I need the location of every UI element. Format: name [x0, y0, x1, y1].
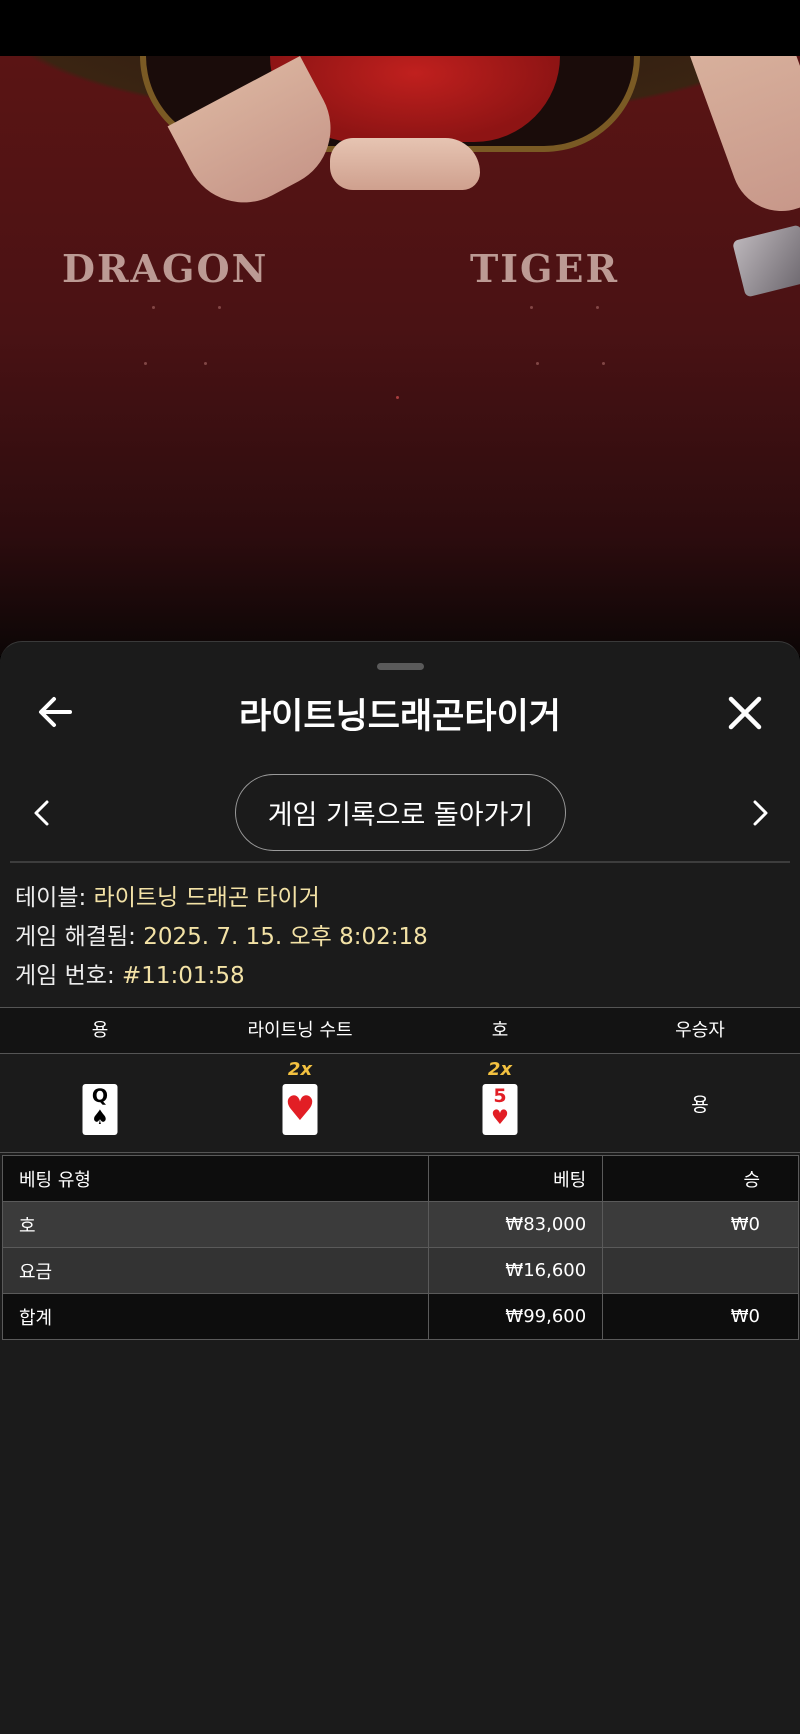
next-round-button[interactable] — [746, 794, 774, 832]
tiger-card-rank: 5 — [493, 1085, 507, 1107]
lightning-suit-card: ♥ — [282, 1084, 318, 1135]
felt-dot — [152, 306, 155, 309]
bets-table: 베팅 유형 베팅 승 호 ₩83,000 ₩0 요금 ₩16,600 합계 ₩9… — [1, 1155, 799, 1340]
felt-label-tiger: TIGER — [470, 246, 620, 291]
felt-dot — [530, 306, 533, 309]
felt-dot — [396, 396, 399, 399]
status-bar — [0, 0, 800, 56]
felt-dot — [204, 362, 207, 365]
sheet-header: 라이트닝드래곤타이거 — [0, 682, 800, 744]
dragon-card-rank: Q — [91, 1085, 109, 1107]
back-to-history-button[interactable]: 게임 기록으로 돌아가기 — [235, 774, 566, 851]
felt-dot — [596, 306, 599, 309]
previous-round-button[interactable] — [28, 794, 56, 832]
results-header-dragon: 용 — [91, 1020, 109, 1041]
bet-type: 호 — [1, 1201, 430, 1248]
round-info: 게임 번호: #11:01:58 — [15, 956, 245, 990]
bet-type: 요금 — [1, 1247, 430, 1294]
bets-header-bet: 베팅 — [428, 1155, 604, 1202]
chevron-right-icon — [753, 800, 768, 826]
results-header-winner: 우승자 — [675, 1020, 725, 1041]
dragon-card: Q ♠ — [82, 1084, 118, 1135]
felt-dot — [602, 362, 605, 365]
table-row: 호 ₩83,000 ₩0 — [1, 1201, 799, 1248]
bet-amount: ₩16,600 — [428, 1247, 604, 1294]
spade-icon: ♠ — [91, 1105, 109, 1129]
bets-header-type: 베팅 유형 — [1, 1155, 430, 1202]
round-value: #11:01:58 — [122, 963, 245, 989]
heart-icon: ♥ — [284, 1089, 316, 1129]
win-amount: ₩0 — [602, 1201, 799, 1248]
felt-label-dragon: DRAGON — [62, 246, 269, 291]
winner-cell: 용 — [600, 1054, 800, 1152]
bet-amount: ₩83,000 — [428, 1201, 604, 1248]
dragon-cell: Q ♠ — [0, 1054, 200, 1152]
bets-header-row: 베팅 유형 베팅 승 — [1, 1155, 799, 1202]
table-row-total: 합계 ₩99,600 ₩0 — [1, 1293, 799, 1340]
lightning-suit-cell: 2x ♥ — [200, 1054, 400, 1152]
close-button[interactable] — [722, 690, 768, 736]
winner-value: 용 — [691, 1094, 709, 1116]
felt-dot — [536, 362, 539, 365]
bets-header-win: 승 — [602, 1155, 799, 1202]
results-row: Q ♠ 2x ♥ 2x 5 ♥ 용 — [0, 1054, 800, 1153]
round-label: 게임 번호: — [15, 963, 115, 989]
felt-dot — [218, 306, 221, 309]
results-header-row: 용 라이트닝 수트 호 우승자 — [0, 1008, 800, 1054]
back-button[interactable] — [34, 690, 78, 734]
bet-amount: ₩99,600 — [428, 1293, 604, 1340]
table-info: 테이블: 라이트닝 드래곤 타이거 — [15, 878, 320, 912]
page-title: 라이트닝드래곤타이거 — [238, 697, 561, 737]
drag-handle[interactable] — [377, 663, 424, 670]
game-details-sheet: 라이트닝드래곤타이거 게임 기록으로 돌아가기 테이블: 라이트닝 드래곤 타이… — [0, 641, 800, 1734]
results-table: 용 라이트닝 수트 호 우승자 Q ♠ 2x ♥ 2x 5 ♥ 용 — [0, 1007, 800, 1153]
table-value: 라이트닝 드래곤 타이거 — [93, 885, 320, 911]
dealer-arm-right — [690, 56, 800, 226]
divider — [10, 861, 790, 863]
close-icon — [728, 696, 762, 730]
win-amount — [602, 1247, 799, 1294]
tiger-multiplier-badge: 2x — [487, 1059, 513, 1080]
tiger-cell: 2x 5 ♥ — [400, 1054, 600, 1152]
bet-type: 합계 — [1, 1293, 430, 1340]
dealer-hand — [330, 138, 480, 190]
round-navigation: 게임 기록으로 돌아가기 — [0, 774, 800, 852]
lightning-multiplier-badge: 2x — [287, 1059, 313, 1080]
chevron-left-icon — [34, 800, 49, 826]
arrow-left-icon — [39, 697, 72, 727]
felt-dot — [144, 362, 147, 365]
resolved-label: 게임 해결됨: — [15, 924, 136, 950]
resolved-value: 2025. 7. 15. 오후 8:02:18 — [143, 924, 428, 950]
win-amount: ₩0 — [602, 1293, 799, 1340]
results-header-tiger: 호 — [491, 1020, 509, 1041]
live-video-feed: DRAGON TIGER — [0, 56, 800, 656]
heart-icon: ♥ — [491, 1105, 509, 1129]
resolved-info: 게임 해결됨: 2025. 7. 15. 오후 8:02:18 — [15, 917, 428, 951]
card-shoe — [732, 224, 800, 298]
tiger-card: 5 ♥ — [482, 1084, 518, 1135]
table-label: 테이블: — [15, 885, 87, 911]
results-header-lightning-suit: 라이트닝 수트 — [247, 1020, 353, 1041]
table-row: 요금 ₩16,600 — [1, 1247, 799, 1294]
